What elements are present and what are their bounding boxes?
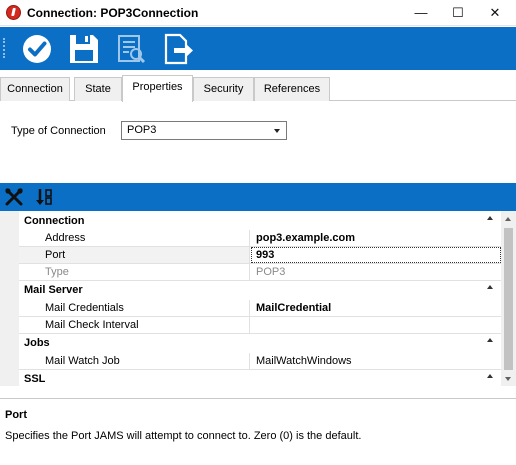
grid-gutter (0, 211, 19, 386)
category-label: SSL (24, 373, 46, 385)
property-row-port[interactable]: Port 993 (19, 247, 501, 264)
property-name: Address (19, 230, 250, 246)
tab-state[interactable]: State (74, 77, 122, 101)
export-button[interactable] (160, 31, 196, 67)
minimize-button[interactable]: — (402, 0, 440, 26)
category-connection[interactable]: Connection (19, 213, 501, 230)
window-title: Connection: POP3Connection (27, 6, 199, 20)
category-label: Connection (24, 215, 85, 227)
property-value[interactable] (251, 317, 501, 333)
property-name: Port (19, 247, 250, 263)
property-row-type[interactable]: Type POP3 (19, 264, 501, 281)
property-value[interactable]: 993 (251, 247, 501, 263)
property-row-mail-watch-job[interactable]: Mail Watch Job MailWatchWindows (19, 353, 501, 370)
categorized-view-button[interactable] (4, 187, 24, 207)
save-and-close-button[interactable] (19, 31, 55, 67)
tab-references[interactable]: References (254, 77, 330, 101)
help-panel: Port Specifies the Port JAMS will attemp… (0, 398, 516, 465)
save-button[interactable] (66, 31, 102, 67)
property-row-mail-credentials[interactable]: Mail Credentials MailCredential (19, 300, 501, 317)
wrench-icon (5, 188, 23, 206)
jams-app-icon (6, 5, 21, 20)
property-name: Mail Check Interval (19, 317, 250, 333)
alphabetical-sort-button[interactable] (34, 187, 54, 207)
collapse-icon[interactable] (487, 338, 493, 342)
category-label: Jobs (24, 337, 50, 349)
tab-connection[interactable]: Connection (0, 77, 70, 101)
tab-strip: Connection State Properties Security Ref… (0, 75, 516, 102)
scroll-down-icon[interactable] (505, 377, 511, 381)
tab-properties[interactable]: Properties (122, 75, 193, 102)
title-bar: Connection: POP3Connection — ☐ ✕ (0, 0, 516, 26)
collapse-icon[interactable] (487, 285, 493, 289)
sort-icon (36, 189, 52, 205)
category-jobs[interactable]: Jobs (19, 335, 501, 352)
save-icon (70, 35, 98, 63)
connection-type-value: POP3 (127, 124, 157, 136)
property-name: Mail Watch Job (19, 353, 250, 369)
maximize-button[interactable]: ☐ (439, 0, 477, 26)
toolbar-grip[interactable] (3, 38, 5, 58)
property-name: Mail Credentials (19, 300, 250, 316)
property-value[interactable]: pop3.example.com (251, 230, 501, 246)
preview-icon (118, 35, 146, 64)
property-row-mail-check-interval[interactable]: Mail Check Interval (19, 317, 501, 334)
property-value: POP3 (256, 266, 286, 278)
property-row-address[interactable]: Address pop3.example.com (19, 230, 501, 247)
category-mail-server[interactable]: Mail Server (19, 282, 501, 299)
export-icon (164, 33, 193, 65)
scroll-thumb[interactable] (504, 228, 513, 370)
connection-type-dropdown[interactable]: POP3 (121, 121, 287, 140)
collapse-icon[interactable] (487, 374, 493, 378)
category-label: Mail Server (24, 284, 83, 296)
property-grid: Connection Address pop3.example.com Port… (0, 211, 516, 389)
property-name: Type (19, 264, 250, 280)
main-toolbar (0, 27, 516, 70)
check-icon (23, 35, 51, 63)
collapse-icon[interactable] (487, 216, 493, 220)
type-of-connection-label: Type of Connection (11, 125, 106, 137)
chevron-down-icon (274, 129, 280, 133)
scroll-up-icon[interactable] (505, 217, 511, 221)
vertical-scrollbar[interactable] (501, 211, 516, 386)
close-button[interactable]: ✕ (476, 0, 514, 26)
tab-security[interactable]: Security (193, 77, 254, 101)
category-ssl[interactable]: SSL (19, 371, 501, 388)
preview-button[interactable] (113, 31, 149, 67)
property-grid-toolbar (0, 183, 516, 211)
property-value[interactable]: MailCredential (251, 300, 501, 316)
help-description: Specifies the Port JAMS will attempt to … (5, 430, 362, 442)
property-value[interactable]: MailWatchWindows (251, 353, 501, 369)
help-title: Port (5, 409, 27, 421)
